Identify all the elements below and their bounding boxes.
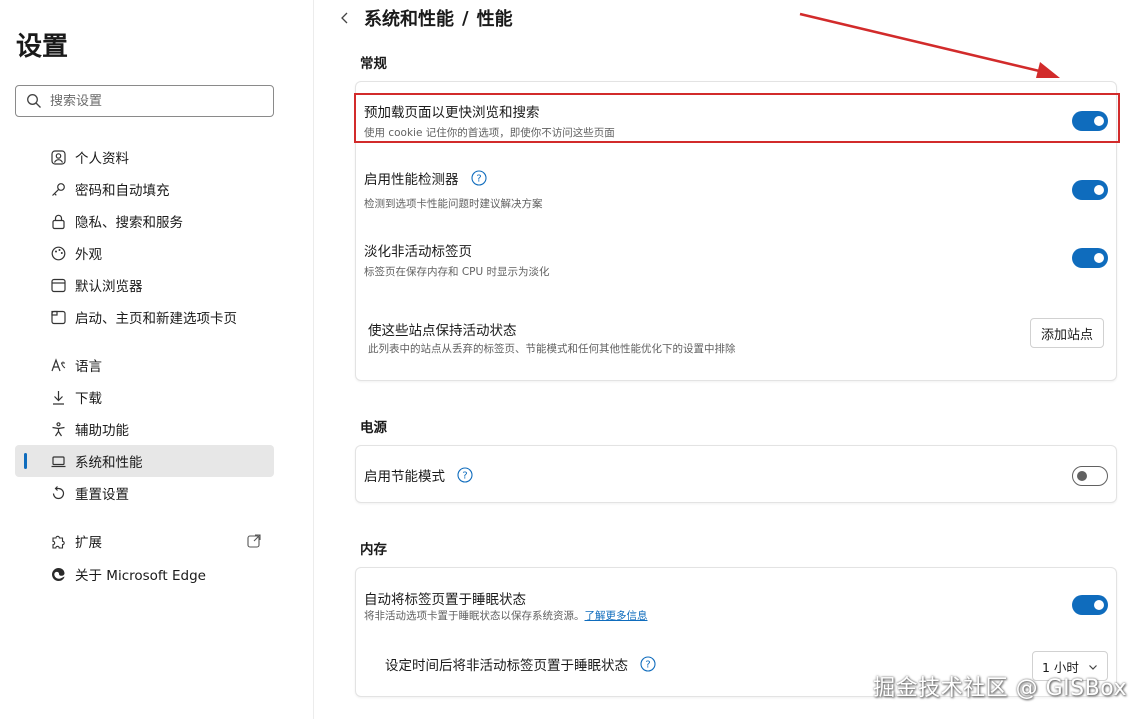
reset-icon bbox=[50, 485, 67, 502]
perf-detector-title: 启用性能检测器 bbox=[364, 172, 459, 188]
fade-tabs-desc: 标签页在保存内存和 CPU 时显示为淡化 bbox=[364, 266, 550, 278]
search-input[interactable] bbox=[50, 93, 250, 109]
search-icon bbox=[27, 94, 41, 108]
settings-title: 设置 bbox=[16, 32, 69, 62]
sidebar-item-label: 语言 bbox=[75, 359, 102, 375]
breadcrumb-parent[interactable]: 系统和性能 bbox=[364, 5, 454, 31]
sidebar-item-label: 系统和性能 bbox=[75, 455, 143, 471]
sidebar-item-label: 下载 bbox=[75, 391, 102, 407]
keep-active-row: 使这些站点保持活动状态 此列表中的站点从丢弃的标签页、节能模式和任何其他性能优化… bbox=[356, 286, 1116, 382]
puzzle-icon bbox=[50, 533, 67, 550]
keep-active-title: 使这些站点保持活动状态 bbox=[368, 323, 517, 339]
breadcrumb-separator: / bbox=[462, 7, 469, 29]
sidebar-item-default-browser[interactable]: 默认浏览器 bbox=[15, 269, 274, 301]
sidebar-item-language[interactable]: 语言 bbox=[15, 349, 274, 381]
accessibility-icon bbox=[50, 421, 67, 438]
download-icon bbox=[50, 389, 67, 406]
sleep-tabs-desc-wrap: 将非活动选项卡置于睡眠状态以保存系统资源。了解更多信息 bbox=[364, 608, 648, 623]
sidebar-item-privacy[interactable]: 隐私、搜索和服务 bbox=[15, 205, 274, 237]
sidebar: 设置 个人资料 密码和自动填充 隐私、搜索和服务 外观 默认浏览器 启动、主页和… bbox=[0, 0, 314, 719]
learn-more-link[interactable]: 了解更多信息 bbox=[585, 610, 648, 622]
breadcrumb-current: 性能 bbox=[476, 9, 513, 30]
sleep-tabs-row: 自动将标签页置于睡眠状态 将非活动选项卡置于睡眠状态以保存系统资源。了解更多信息 bbox=[356, 568, 1116, 638]
fade-tabs-title: 淡化非活动标签页 bbox=[364, 244, 472, 260]
sidebar-item-appearance[interactable]: 外观 bbox=[15, 237, 274, 269]
search-box[interactable] bbox=[15, 85, 274, 117]
annotation-arrow bbox=[799, 12, 1060, 78]
efficiency-row: 启用节能模式 ? bbox=[356, 446, 1116, 504]
help-icon[interactable]: ? bbox=[470, 170, 487, 186]
fade-tabs-toggle[interactable] bbox=[1072, 248, 1108, 268]
power-card: 启用节能模式 ? bbox=[355, 445, 1117, 503]
sidebar-item-label: 辅助功能 bbox=[75, 423, 129, 439]
sidebar-item-about[interactable]: 关于 Microsoft Edge bbox=[15, 558, 274, 590]
sidebar-item-label: 扩展 bbox=[75, 535, 102, 551]
sleep-timeout-title-wrap: 设定时间后将非活动标签页置于睡眠状态 ? bbox=[385, 654, 656, 674]
sleep-tabs-toggle[interactable] bbox=[1072, 595, 1108, 615]
sleep-tabs-desc: 将非活动选项卡置于睡眠状态以保存系统资源。 bbox=[364, 610, 585, 622]
sleep-timeout-title: 设定时间后将非活动标签页置于睡眠状态 bbox=[385, 658, 628, 674]
sidebar-item-profile[interactable]: 个人资料 bbox=[15, 141, 274, 173]
profile-icon bbox=[50, 149, 67, 166]
browser-icon bbox=[50, 277, 67, 294]
sidebar-item-accessibility[interactable]: 辅助功能 bbox=[15, 413, 274, 445]
svg-text:?: ? bbox=[462, 471, 467, 482]
fade-tabs-row: 淡化非活动标签页 标签页在保存内存和 CPU 时显示为淡化 bbox=[356, 216, 1116, 286]
lock-icon bbox=[50, 213, 67, 230]
sidebar-item-downloads[interactable]: 下载 bbox=[15, 381, 274, 413]
sidebar-item-extensions[interactable]: 扩展 bbox=[15, 525, 274, 557]
perf-detector-row: 启用性能检测器 ? 检测到选项卡性能问题时建议解决方案 bbox=[356, 146, 1116, 216]
language-icon bbox=[50, 357, 67, 374]
watermark: 掘金技术社区 @ GISBox bbox=[873, 676, 1127, 701]
section-title-memory: 内存 bbox=[360, 542, 387, 558]
highlight-box bbox=[354, 93, 1120, 143]
sidebar-item-startup[interactable]: 启动、主页和新建选项卡页 bbox=[15, 301, 274, 333]
efficiency-toggle[interactable] bbox=[1072, 466, 1108, 486]
edge-icon bbox=[50, 566, 67, 583]
sleep-tabs-title: 自动将标签页置于睡眠状态 bbox=[364, 592, 526, 608]
sidebar-item-label: 默认浏览器 bbox=[75, 279, 143, 295]
sidebar-item-label: 个人资料 bbox=[75, 151, 129, 167]
home-tabs-icon bbox=[50, 309, 67, 326]
chevron-left-icon[interactable] bbox=[338, 11, 352, 25]
key-icon bbox=[50, 181, 67, 198]
palette-icon bbox=[50, 245, 67, 262]
section-title-power: 电源 bbox=[360, 420, 387, 436]
efficiency-title: 启用节能模式 bbox=[364, 469, 445, 485]
sidebar-item-label: 密码和自动填充 bbox=[75, 183, 170, 199]
perf-detector-toggle[interactable] bbox=[1072, 180, 1108, 200]
sidebar-item-label: 启动、主页和新建选项卡页 bbox=[75, 311, 237, 327]
perf-detector-title-wrap: 启用性能检测器 ? bbox=[364, 168, 487, 188]
sidebar-item-system-performance[interactable]: 系统和性能 bbox=[15, 445, 274, 477]
section-title-general: 常规 bbox=[360, 56, 387, 72]
help-icon[interactable]: ? bbox=[457, 467, 473, 483]
sidebar-item-label: 重置设置 bbox=[75, 487, 129, 503]
efficiency-title-wrap: 启用节能模式 ? bbox=[364, 465, 473, 485]
external-link-icon[interactable] bbox=[246, 533, 262, 549]
keep-active-desc: 此列表中的站点从丢弃的标签页、节能模式和任何其他性能优化下的设置中排除 bbox=[368, 343, 736, 355]
svg-text:?: ? bbox=[645, 660, 650, 671]
sidebar-item-label: 关于 Microsoft Edge bbox=[75, 568, 206, 584]
sidebar-item-label: 外观 bbox=[75, 247, 102, 263]
add-site-button[interactable]: 添加站点 bbox=[1029, 318, 1104, 348]
laptop-icon bbox=[50, 453, 67, 470]
help-icon[interactable]: ? bbox=[640, 656, 656, 672]
svg-text:?: ? bbox=[476, 174, 481, 185]
sidebar-item-reset[interactable]: 重置设置 bbox=[15, 477, 274, 509]
sidebar-item-passwords[interactable]: 密码和自动填充 bbox=[15, 173, 274, 205]
sidebar-item-label: 隐私、搜索和服务 bbox=[75, 215, 183, 231]
breadcrumb: 系统和性能 / 性能 bbox=[338, 6, 513, 30]
perf-detector-desc: 检测到选项卡性能问题时建议解决方案 bbox=[364, 198, 543, 210]
